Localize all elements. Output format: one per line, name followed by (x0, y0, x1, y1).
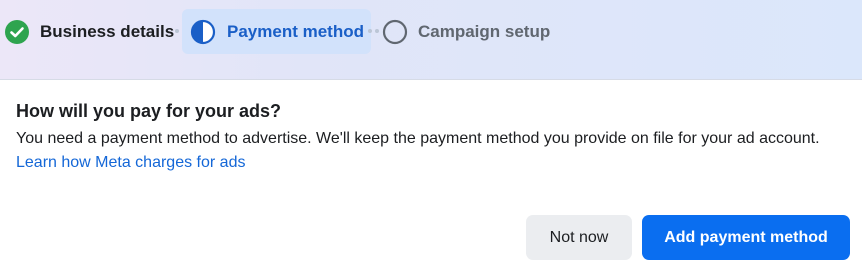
step-connector (368, 29, 379, 33)
section-description: You need a payment method to advertise. … (16, 127, 836, 175)
not-now-button[interactable]: Not now (526, 215, 632, 260)
payment-prompt: How will you pay for your ads? You need … (16, 100, 846, 175)
step-campaign-setup[interactable]: Campaign setup (382, 9, 550, 54)
description-text: You need a payment method to advertise. … (16, 130, 820, 147)
empty-circle-icon (382, 19, 408, 44)
step-payment-method[interactable]: Payment method (182, 9, 371, 54)
add-payment-method-button[interactable]: Add payment method (642, 215, 850, 260)
step-label: Business details (40, 21, 175, 41)
step-business-details[interactable]: Business details (4, 9, 174, 54)
progress-stepper: Business details Payment method Campaign… (0, 0, 862, 80)
section-title: How will you pay for your ads? (16, 101, 282, 121)
step-label: Campaign setup (418, 21, 551, 41)
half-circle-icon (190, 19, 216, 44)
learn-more-link[interactable]: Learn how Meta charges for ads (16, 154, 245, 171)
check-circle-icon (5, 19, 29, 44)
step-label: Payment method (227, 21, 364, 41)
